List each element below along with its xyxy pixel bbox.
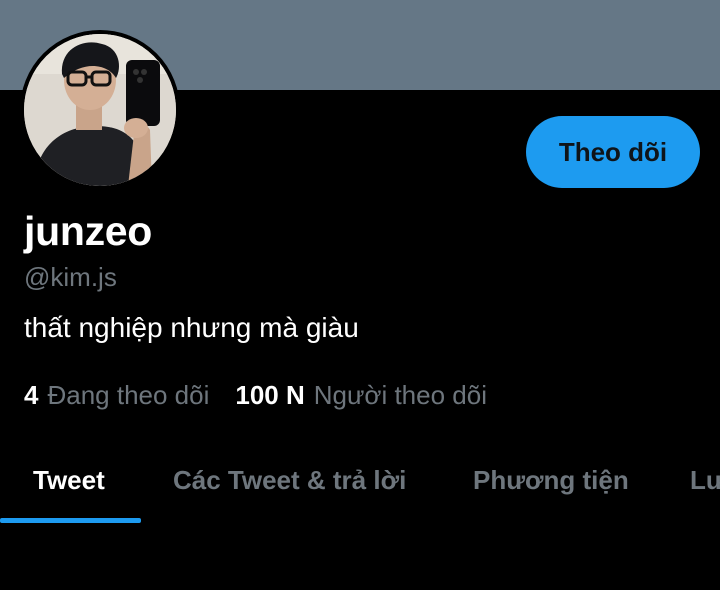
tab-tweets[interactable]: Tweet: [33, 440, 105, 520]
followers-link[interactable]: 100 N Người theo dõi: [235, 380, 487, 411]
username-handle: @kim.js: [24, 262, 117, 292]
followers-label: Người theo dõi: [313, 380, 487, 410]
tab-media[interactable]: Phương tiện: [473, 440, 629, 520]
tab-tweets-and-replies[interactable]: Các Tweet & trả lời: [173, 440, 406, 520]
following-label: Đang theo dõi: [47, 380, 210, 410]
profile-bio: thất nghiệp nhưng mà giàu: [24, 312, 359, 343]
avatar[interactable]: [20, 30, 180, 190]
active-tab-indicator: [0, 518, 141, 523]
following-count: 4: [24, 380, 39, 410]
tab-likes[interactable]: Lượt thích: [690, 440, 720, 520]
follow-button[interactable]: Theo dõi: [526, 116, 700, 188]
following-link[interactable]: 4 Đang theo dõi: [24, 380, 209, 411]
followers-count: 100 N: [235, 380, 305, 410]
avatar-photo: [24, 34, 176, 186]
display-name: junzeo: [24, 208, 153, 254]
follow-stats: 4 Đang theo dõi 100 N Người theo dõi: [24, 380, 487, 411]
profile-tabs: Tweet Các Tweet & trả lời Phương tiện Lư…: [0, 440, 720, 524]
